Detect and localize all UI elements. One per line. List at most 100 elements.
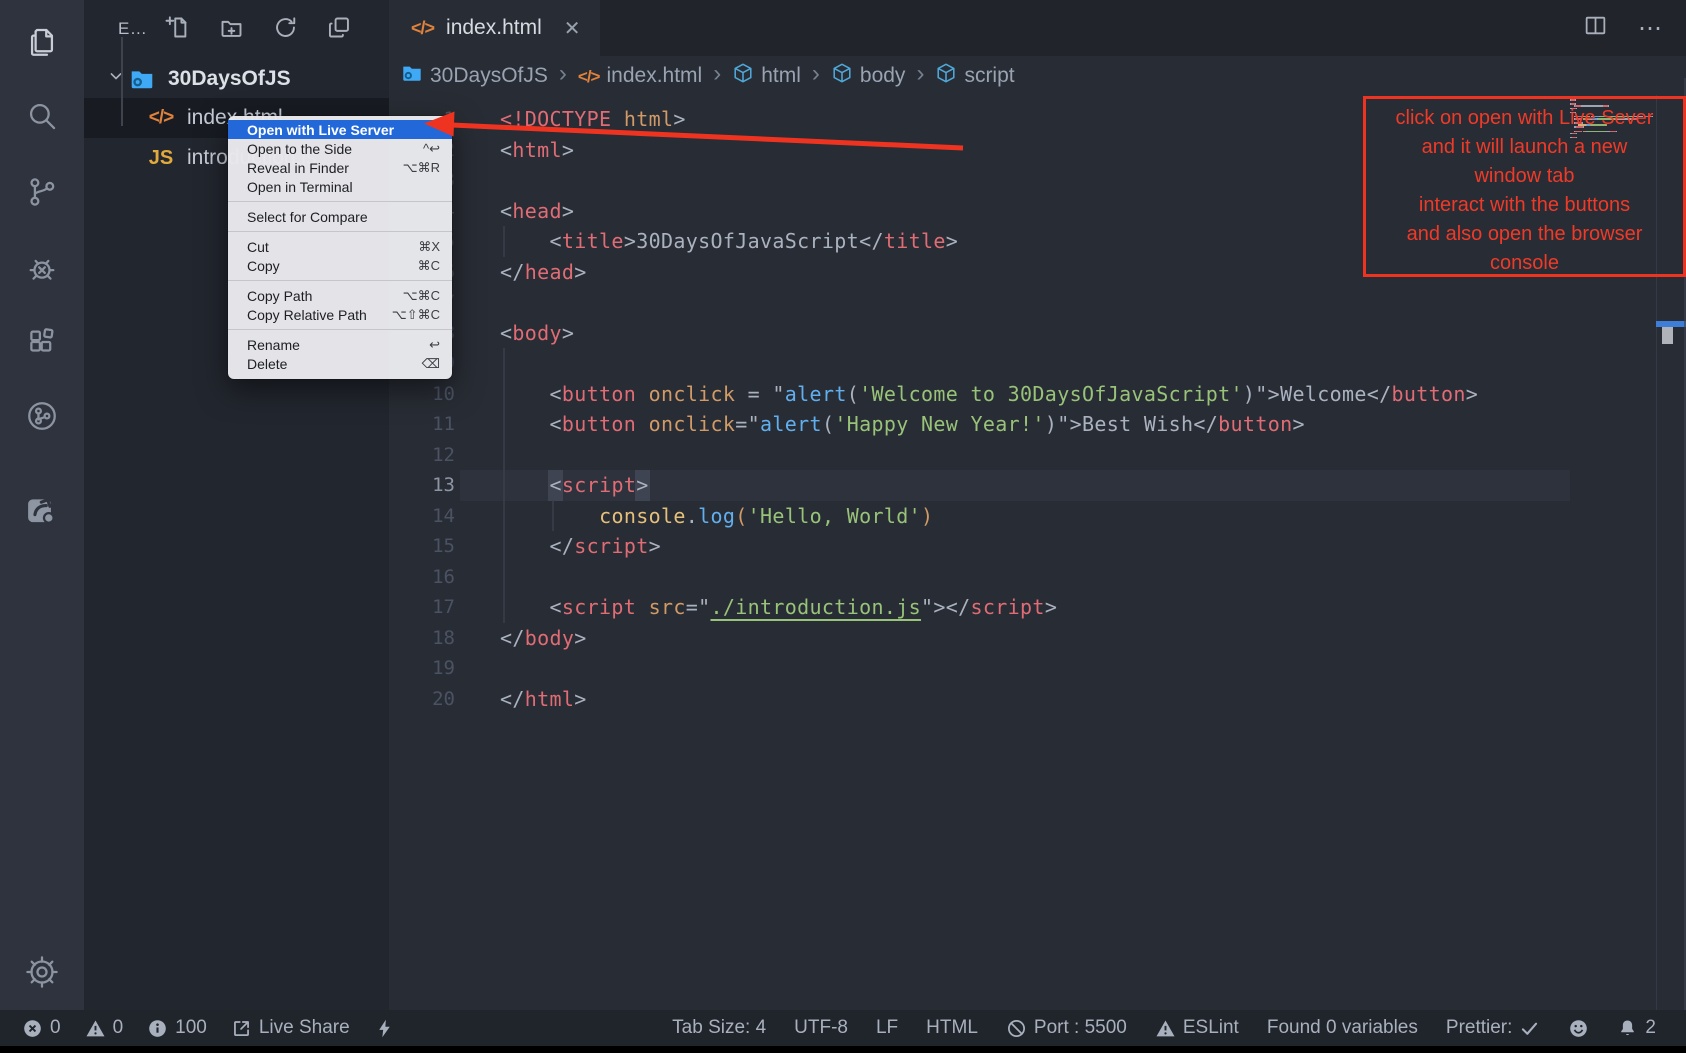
status-item-eslint[interactable]: ESLint (1155, 1017, 1239, 1039)
menu-item-copy[interactable]: Copy⌘C (228, 256, 452, 275)
code-line-19[interactable]: 19 (389, 653, 1686, 684)
code-line-17[interactable]: 17 <script src="./introduction.js"></scr… (389, 592, 1686, 623)
refresh-icon[interactable] (272, 14, 299, 41)
breadcrumb-item-script[interactable]: script (935, 62, 1014, 90)
code-line-8[interactable]: 8<body> (389, 318, 1686, 349)
cube-icon (831, 62, 853, 90)
status-item-utf-8[interactable]: UTF-8 (794, 1017, 848, 1039)
code-line-9[interactable]: 9 (389, 348, 1686, 379)
line-number[interactable]: 11 (389, 413, 455, 435)
code-line-18[interactable]: 18</body> (389, 623, 1686, 654)
vscode-window: </> index.html ✕ ⋯ 30DaysOfJS › </>index.h… (0, 0, 1686, 1053)
smiley-icon (1568, 1018, 1589, 1039)
code-line-20[interactable]: 20</html> (389, 684, 1686, 715)
source-control-icon[interactable] (21, 171, 63, 213)
search-icon[interactable] (21, 95, 63, 137)
status-item-prettier-[interactable]: Prettier: (1446, 1017, 1541, 1039)
new-file-icon[interactable] (164, 14, 191, 41)
editor-actions: ⋯ (1583, 0, 1664, 56)
menu-item-shortcut: ⌥⌘R (403, 160, 440, 176)
status-item-tab-size-4[interactable]: Tab Size: 4 (672, 1017, 766, 1039)
status-item-0[interactable]: 0 (22, 1017, 61, 1039)
menu-item-open-with-live-server[interactable]: Open with Live Server (228, 120, 452, 139)
menu-item-select-for-compare[interactable]: Select for Compare (228, 207, 452, 226)
tree-root-folder[interactable]: 30DaysOfJS (84, 60, 389, 98)
status-item-100[interactable]: 100 (147, 1017, 207, 1039)
status-item-text: LF (876, 1017, 898, 1039)
code-line-7[interactable]: 7 (389, 287, 1686, 318)
line-number[interactable]: 20 (389, 688, 455, 710)
line-number[interactable]: 15 (389, 535, 455, 557)
menu-item-shortcut: ⌫ (422, 356, 440, 372)
breadcrumb-separator: › (555, 60, 571, 92)
status-item-text: Found 0 variables (1267, 1017, 1418, 1039)
menu-item-reveal-in-finder[interactable]: Reveal in Finder⌥⌘R (228, 158, 452, 177)
status-item-live-share[interactable]: Live Share (231, 1017, 350, 1039)
status-item-port-5500[interactable]: Port : 5500 (1006, 1017, 1127, 1039)
status-item-text: Tab Size: 4 (672, 1017, 766, 1039)
line-number[interactable]: 13 (389, 474, 455, 496)
status-item-found-0-variables[interactable]: Found 0 variables (1267, 1017, 1418, 1039)
tab-label: index.html (446, 16, 542, 40)
status-item-2[interactable]: 2 (1617, 1017, 1656, 1039)
activity-bar (0, 0, 84, 1010)
menu-item-open-to-the-side[interactable]: Open to the Side^↩ (228, 139, 452, 158)
code-line-10[interactable]: 10 <button onclick = "alert('Welcome to … (389, 379, 1686, 410)
menu-item-rename[interactable]: Rename↩ (228, 335, 452, 354)
breadcrumb-item-html[interactable]: html (732, 62, 801, 90)
annotation-text-line: click on open with Live Sever (1366, 104, 1683, 133)
line-number[interactable]: 17 (389, 596, 455, 618)
warning-filled-icon (1155, 1018, 1176, 1039)
scrollbar-handle[interactable] (1662, 327, 1673, 344)
code-line-16[interactable]: 16 (389, 562, 1686, 593)
annotation-text-line: and it will launch a new (1366, 133, 1683, 162)
new-folder-icon[interactable] (218, 14, 245, 41)
debug-icon[interactable] (21, 247, 63, 289)
breadcrumb-item-index-html[interactable]: </>index.html (578, 64, 702, 88)
line-number[interactable]: 14 (389, 505, 455, 527)
publish-icon[interactable] (21, 488, 63, 530)
settings-gear-icon[interactable] (21, 951, 63, 993)
code-text: <body> (500, 321, 574, 345)
folder-icon (128, 66, 156, 92)
split-editor-icon[interactable] (1583, 13, 1608, 43)
explorer-header-actions (164, 14, 353, 41)
line-number[interactable]: 12 (389, 444, 455, 466)
status-item-0[interactable]: 0 (85, 1017, 124, 1039)
editor-region: </> index.html ✕ ⋯ 30DaysOfJS › </>index.h… (389, 0, 1686, 1010)
code-line-11[interactable]: 11 <button onclick="alert('Happy New Yea… (389, 409, 1686, 440)
line-number[interactable]: 19 (389, 657, 455, 679)
code-line-13[interactable]: 13 <script> (389, 470, 1686, 501)
collapse-all-icon[interactable] (326, 14, 353, 41)
breadcrumb-label: 30DaysOfJS (430, 64, 548, 88)
close-tab-icon[interactable]: ✕ (564, 16, 581, 41)
code-line-14[interactable]: 14 console.log('Hello, World') (389, 501, 1686, 532)
line-number[interactable]: 18 (389, 627, 455, 649)
line-number[interactable]: 10 (389, 383, 455, 405)
menu-item-delete[interactable]: Delete⌫ (228, 354, 452, 373)
breadcrumb-separator: › (912, 60, 928, 92)
code-line-12[interactable]: 12 (389, 440, 1686, 471)
code-line-15[interactable]: 15 </script> (389, 531, 1686, 562)
status-item-html[interactable]: HTML (926, 1017, 978, 1039)
status-item-lf[interactable]: LF (876, 1017, 898, 1039)
line-number[interactable]: 16 (389, 566, 455, 588)
more-actions-icon[interactable]: ⋯ (1638, 14, 1664, 43)
menu-item-label: Copy Path (247, 288, 403, 304)
menu-item-open-in-terminal[interactable]: Open in Terminal (228, 177, 452, 196)
bell-icon (1617, 1018, 1638, 1039)
status-item-lightning[interactable] (374, 1018, 395, 1039)
code-text: <title>30DaysOfJavaScript</title> (500, 229, 958, 253)
status-item-text: Prettier: (1446, 1017, 1513, 1039)
menu-item-cut[interactable]: Cut⌘X (228, 237, 452, 256)
status-item-smiley[interactable] (1568, 1018, 1589, 1039)
live-share-icon[interactable] (21, 395, 63, 437)
menu-item-copy-path[interactable]: Copy Path⌥⌘C (228, 286, 452, 305)
menu-item-copy-relative-path[interactable]: Copy Relative Path⌥⇧⌘C (228, 305, 452, 324)
breadcrumb-item-body[interactable]: body (831, 62, 906, 90)
breadcrumb-item-30DaysOfJS[interactable]: 30DaysOfJS (401, 62, 548, 90)
explorer-icon[interactable] (21, 21, 63, 63)
tab-index-html[interactable]: </> index.html ✕ (389, 0, 600, 56)
extensions-icon[interactable] (21, 321, 63, 363)
check-icon (1519, 1018, 1540, 1039)
